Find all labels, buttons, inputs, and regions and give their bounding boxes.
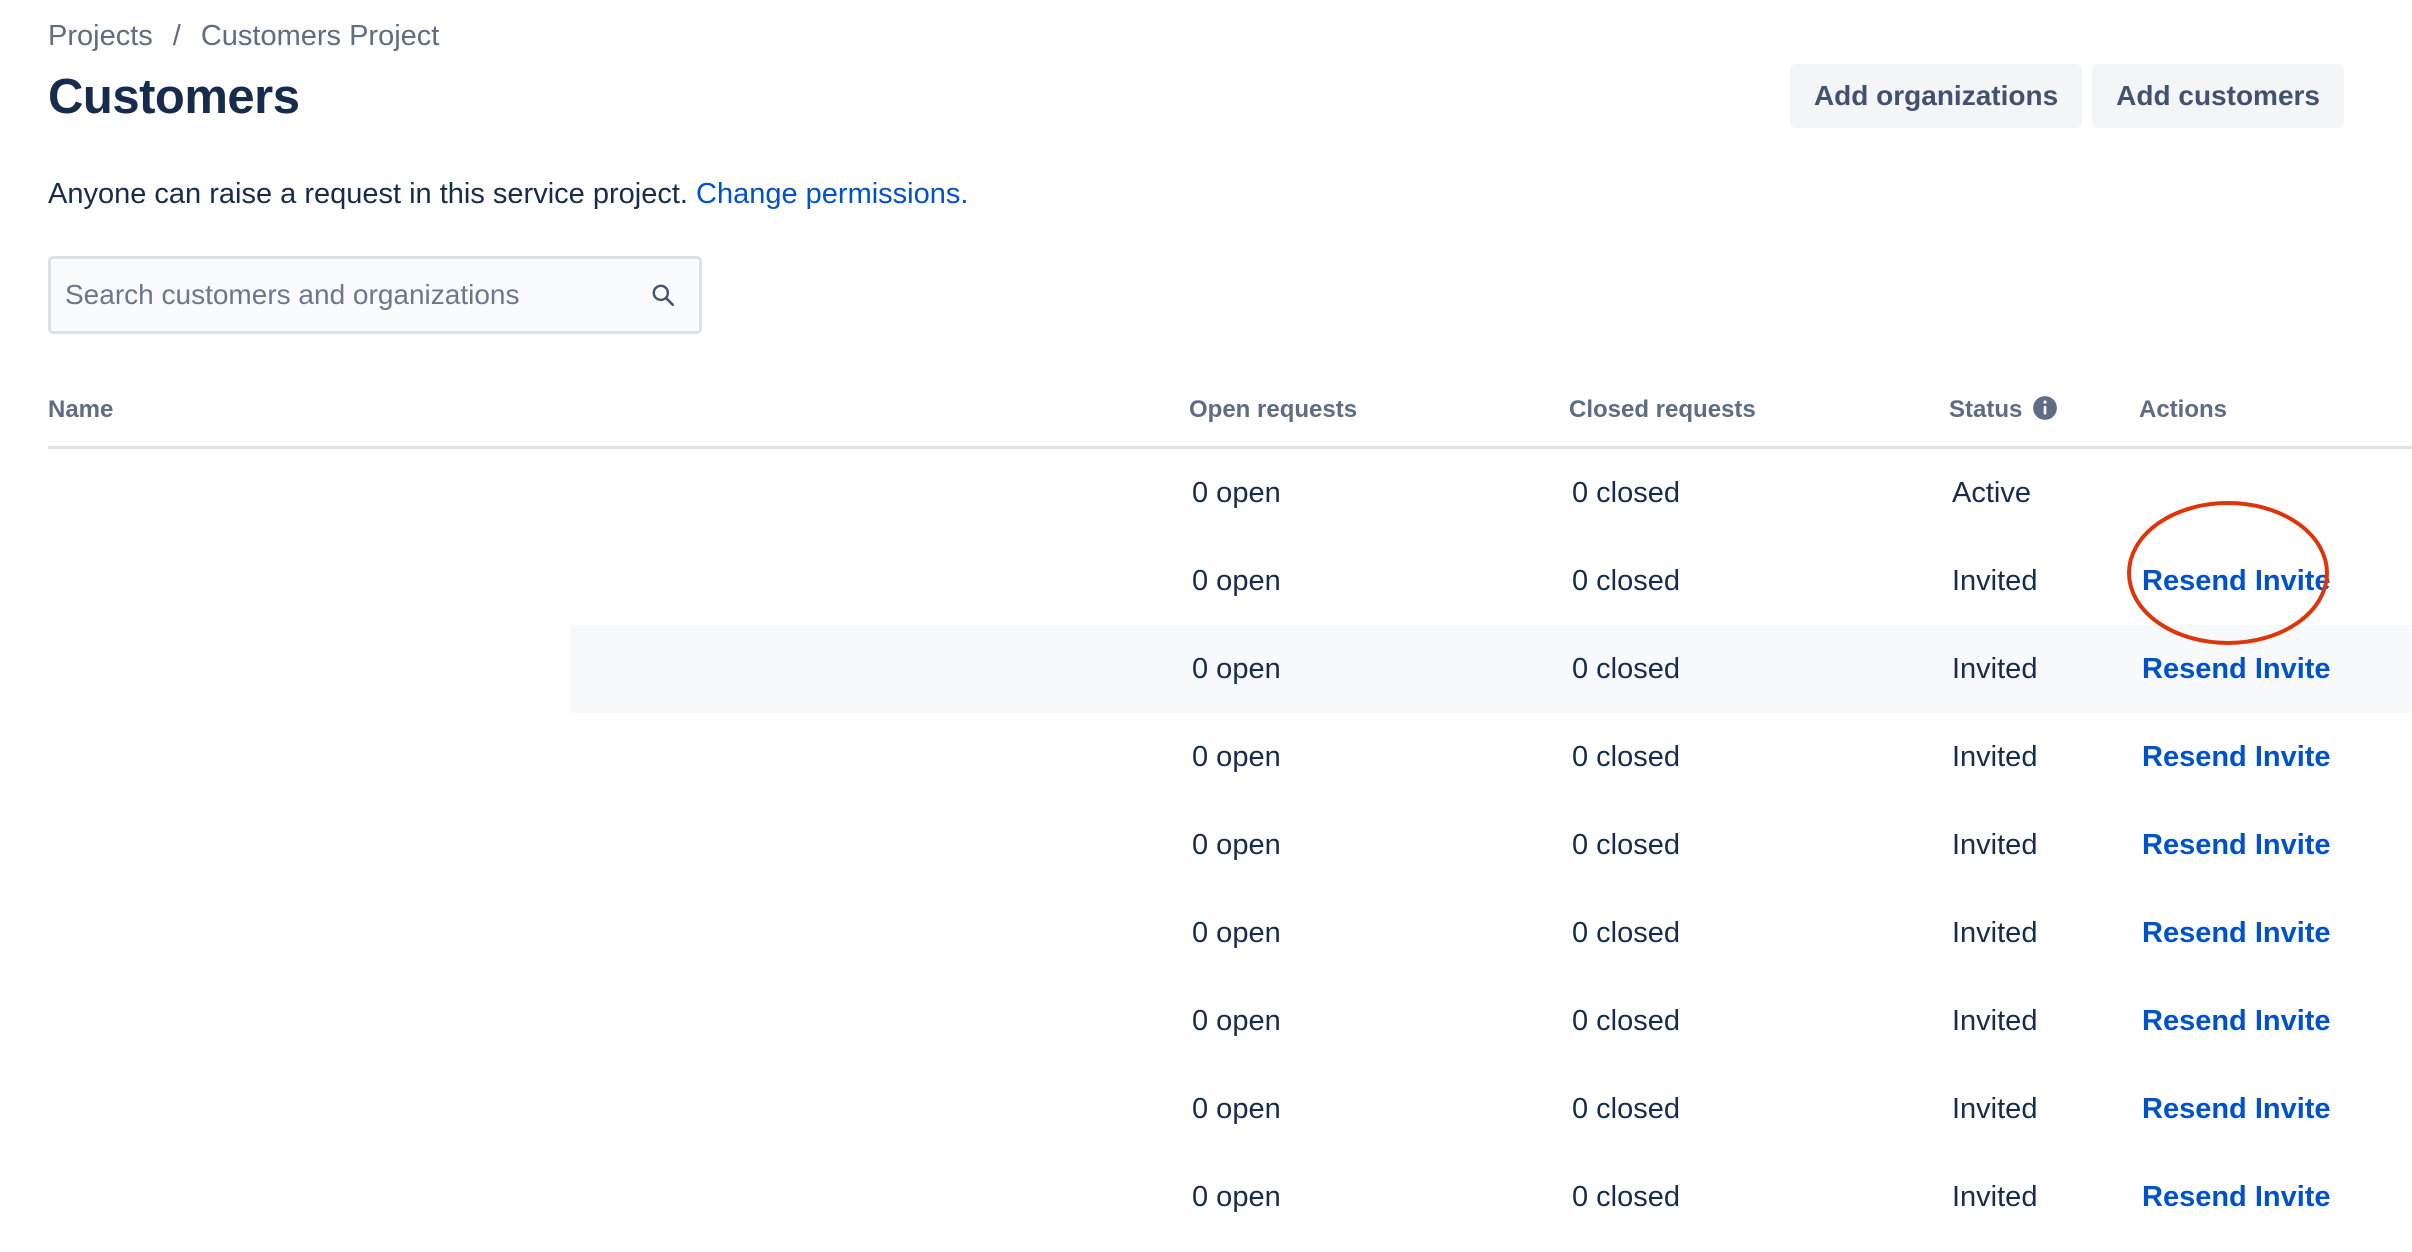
column-header-status-label: Status: [1949, 396, 2023, 423]
status-cell: Invited: [1952, 653, 2038, 685]
column-header-status: Status: [1949, 396, 2058, 424]
closed-requests-cell: 0 closed: [1572, 565, 1681, 597]
open-requests-cell: 0 open: [1192, 477, 1281, 509]
change-permissions-link[interactable]: Change permissions.: [696, 178, 968, 210]
table-row: 0 open 0 closed Invited Resend Invite: [48, 1153, 2412, 1241]
permission-notice-text: Anyone can raise a request in this servi…: [48, 178, 688, 210]
column-header-closed-requests[interactable]: Closed requests: [1569, 396, 1756, 424]
add-customers-button[interactable]: Add customers: [2092, 64, 2344, 128]
breadcrumb-item-customers-project[interactable]: Customers Project: [201, 20, 440, 53]
open-requests-cell: 0 open: [1192, 1181, 1281, 1213]
column-header-name[interactable]: Name: [48, 396, 113, 424]
closed-requests-cell: 0 closed: [1572, 477, 1681, 509]
table-row: 0 open 0 closed Invited Resend Invite: [48, 889, 2412, 977]
add-organizations-button[interactable]: Add organizations: [1789, 64, 2083, 128]
closed-requests-cell: 0 closed: [1572, 741, 1681, 773]
page-title: Customers: [48, 70, 300, 124]
status-cell: Invited: [1952, 1181, 2038, 1213]
resend-invite-link[interactable]: Resend Invite: [2142, 889, 2331, 977]
table-row: 0 open 0 closed Invited Resend Invite: [48, 801, 2412, 889]
status-cell: Invited: [1952, 1005, 2038, 1037]
status-cell: Active: [1952, 477, 2031, 509]
breadcrumb-separator: /: [172, 20, 181, 52]
resend-invite-link[interactable]: Resend Invite: [2142, 1153, 2331, 1241]
open-requests-cell: 0 open: [1192, 565, 1281, 597]
open-requests-cell: 0 open: [1192, 1093, 1281, 1125]
resend-invite-link[interactable]: Resend Invite: [2142, 537, 2331, 625]
resend-invite-link[interactable]: Resend Invite: [2142, 1065, 2331, 1153]
table-row: 0 open 0 closed Invited Resend Invite: [48, 1065, 2412, 1153]
column-header-open-requests[interactable]: Open requests: [1189, 396, 1357, 424]
search-box: [48, 256, 702, 334]
header-actions: Add organizations Add customers: [1789, 64, 2344, 128]
status-cell: Invited: [1952, 829, 2038, 861]
closed-requests-cell: 0 closed: [1572, 917, 1681, 949]
breadcrumb: Projects / Customers Project: [48, 20, 439, 53]
status-cell: Invited: [1952, 565, 2038, 597]
closed-requests-cell: 0 closed: [1572, 1093, 1681, 1125]
open-requests-cell: 0 open: [1192, 1005, 1281, 1037]
column-header-actions: Actions: [2139, 396, 2228, 423]
table-row: 0 open 0 closed Invited Resend Invite: [48, 625, 2412, 713]
table-row: 0 open 0 closed Invited Resend Invite: [48, 713, 2412, 801]
table-row: 0 open 0 closed Invited Resend Invite: [48, 537, 2412, 625]
table-header: Name Open requests Closed requests Statu…: [48, 380, 2412, 449]
open-requests-cell: 0 open: [1192, 741, 1281, 773]
closed-requests-cell: 0 closed: [1572, 1005, 1681, 1037]
search-input[interactable]: [51, 258, 649, 332]
closed-requests-cell: 0 closed: [1572, 1181, 1681, 1213]
closed-requests-cell: 0 closed: [1572, 829, 1681, 861]
status-cell: Invited: [1952, 741, 2038, 773]
search-icon[interactable]: [649, 281, 677, 309]
open-requests-cell: 0 open: [1192, 653, 1281, 685]
closed-requests-cell: 0 closed: [1572, 653, 1681, 685]
status-cell: Invited: [1952, 1093, 2038, 1125]
info-icon[interactable]: [2032, 395, 2058, 421]
resend-invite-link[interactable]: Resend Invite: [2142, 801, 2331, 889]
resend-invite-link[interactable]: Resend Invite: [2142, 625, 2331, 713]
resend-invite-link[interactable]: Resend Invite: [2142, 713, 2331, 801]
table-row: 0 open 0 closed Active: [48, 449, 2412, 537]
customers-table: Name Open requests Closed requests Statu…: [48, 380, 2412, 1241]
resend-invite-link[interactable]: Resend Invite: [2142, 977, 2331, 1065]
open-requests-cell: 0 open: [1192, 917, 1281, 949]
open-requests-cell: 0 open: [1192, 829, 1281, 861]
breadcrumb-item-projects[interactable]: Projects: [48, 20, 153, 53]
status-cell: Invited: [1952, 917, 2038, 949]
table-body: 0 open 0 closed Active 0 open 0 closed I…: [48, 449, 2412, 1241]
permission-notice: Anyone can raise a request in this servi…: [48, 178, 968, 211]
table-row: 0 open 0 closed Invited Resend Invite: [48, 977, 2412, 1065]
